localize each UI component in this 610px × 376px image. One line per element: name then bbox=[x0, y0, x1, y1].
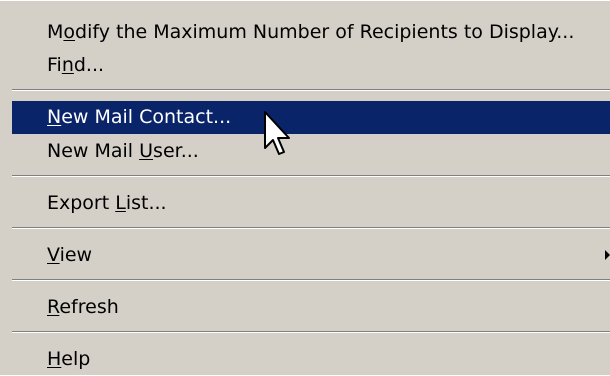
menu-item-export-list[interactable]: Export List... bbox=[12, 187, 610, 220]
menu-item-label: iew bbox=[59, 244, 93, 266]
menu-separator bbox=[12, 227, 610, 229]
menu-item-refresh[interactable]: Refresh bbox=[12, 291, 610, 324]
menu-item-view[interactable]: View bbox=[12, 239, 610, 272]
menu-item-label: ser... bbox=[153, 140, 199, 162]
mouse-pointer-icon bbox=[264, 111, 290, 155]
menu-item-label: ist... bbox=[125, 192, 167, 214]
menu-item-label: New Mail bbox=[47, 140, 140, 162]
menu-item-new-mail-user[interactable]: New Mail User... bbox=[12, 135, 610, 168]
menu-item-label: efresh bbox=[59, 296, 119, 318]
menu-separator bbox=[12, 279, 610, 281]
chevron-right-icon bbox=[605, 250, 610, 260]
accelerator-key: H bbox=[47, 348, 62, 370]
menu-item-help[interactable]: Help bbox=[12, 343, 610, 376]
accelerator-key: R bbox=[47, 296, 60, 318]
menu-separator bbox=[12, 331, 610, 333]
menu-item-label: d... bbox=[73, 54, 105, 76]
menu-item-label: dify the Maximum Number of Recipients to… bbox=[75, 21, 575, 43]
menu-item-label: Export bbox=[47, 192, 116, 214]
menu-item-label: elp bbox=[61, 348, 91, 370]
accelerator-key: L bbox=[115, 192, 126, 214]
menu-separator bbox=[12, 89, 610, 91]
menu-item-new-mail-contact[interactable]: New Mail Contact... bbox=[12, 101, 610, 134]
accelerator-key: o bbox=[63, 21, 76, 43]
menu-item-label: Fi bbox=[47, 54, 62, 76]
menu-item-find[interactable]: Find... bbox=[12, 49, 610, 82]
accelerator-key: n bbox=[61, 54, 74, 76]
accelerator-key: U bbox=[139, 140, 154, 162]
accelerator-key: N bbox=[47, 106, 62, 128]
context-menu: Modify the Maximum Number of Recipients … bbox=[0, 0, 610, 375]
menu-item-label: M bbox=[47, 21, 64, 43]
menu-separator bbox=[12, 175, 610, 177]
menu-item-modify-max-recipients[interactable]: Modify the Maximum Number of Recipients … bbox=[12, 16, 610, 49]
menu-item-label: ew Mail Contact... bbox=[61, 106, 232, 128]
accelerator-key: V bbox=[47, 244, 60, 266]
